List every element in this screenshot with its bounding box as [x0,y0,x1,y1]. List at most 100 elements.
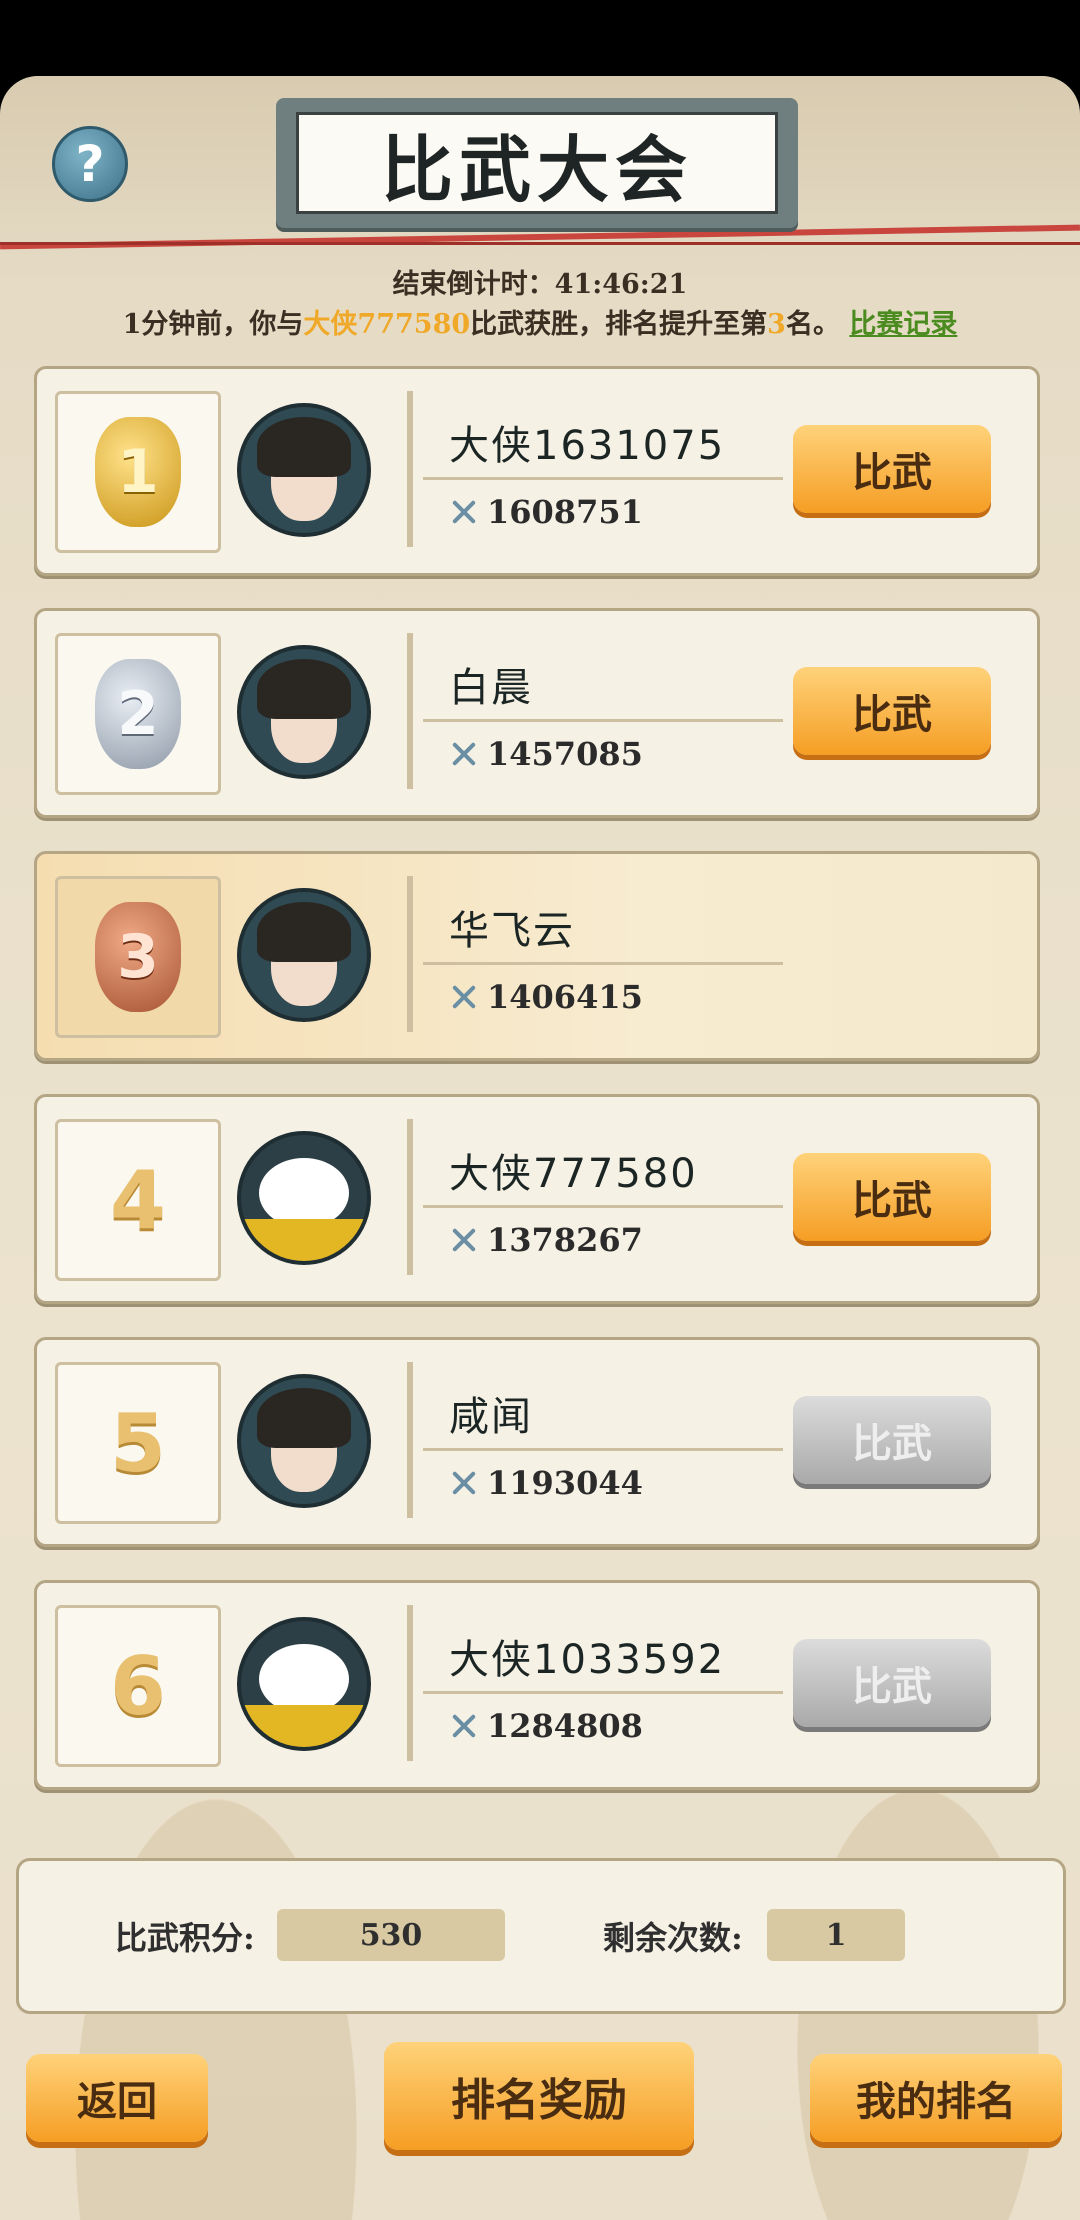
rank-number: 3 [117,922,159,992]
message-mid: 比武获胜，排名提升至第 [470,309,768,340]
ranking-row: 6 大侠1033592 1284808 比武 [34,1580,1040,1790]
avatar[interactable] [237,1617,371,1751]
message-opponent: 大侠777580 [303,309,471,340]
player-info: 咸闻 1193044 [407,1362,813,1518]
ranking-row: 5 咸闻 1193044 比武 [34,1337,1040,1547]
rank-number: 2 [117,679,159,749]
power-value: 1608751 [487,493,643,531]
remaining-label: 剩余次数: [603,1919,743,1957]
ranking-row: 1 大侠1631075 1608751 比武 [34,366,1040,576]
gold-medal-icon: 1 [95,417,181,527]
ranking-row: 3 华飞云 1406415 [34,851,1040,1061]
crossed-swords-icon [449,1468,479,1498]
player-name: 咸闻 [449,1394,533,1440]
power-value: 1284808 [487,1707,643,1745]
crossed-swords-icon [449,982,479,1012]
rank-box: 5 [55,1362,221,1524]
battle-message: 1分钟前，你与大侠777580比武获胜，排名提升至第3名。 比赛记录 [0,302,1080,341]
player-info: 白晨 1457085 [407,633,813,789]
points-label: 比武积分: [115,1919,255,1957]
stats-panel: 比武积分: 530 剩余次数: 1 [16,1858,1066,2014]
red-rope-decoration [0,224,1080,250]
title-plaque: 比武大会 [296,112,778,214]
power-value: 1457085 [487,735,643,773]
ranking-row: 2 白晨 1457085 比武 [34,608,1040,818]
remaining-value: 1 [767,1909,905,1961]
red-rope-shadow [0,242,1080,245]
message-prefix: 1分钟前，你与 [122,309,304,340]
crossed-swords-icon [449,497,479,527]
bronze-medal-icon: 3 [95,902,181,1012]
countdown-label: 结束倒计时： [392,269,555,300]
combat-power: 1378267 [449,1221,643,1259]
crossed-swords-icon [449,1225,479,1255]
challenge-button[interactable]: 比武 [793,667,991,755]
scarf-decoration [241,1219,367,1261]
panda-portrait [259,1158,349,1228]
player-name: 大侠1033592 [449,1637,726,1683]
title-board: 比武大会 [276,98,798,228]
avatar[interactable] [237,888,371,1022]
game-screen: ? 比武大会 结束倒计时：41:46:21 1分钟前，你与大侠777580比武获… [0,0,1080,2220]
swordsman-portrait [257,417,351,521]
longhair-swordsman-portrait [257,902,351,1006]
avatar[interactable] [237,1131,371,1265]
player-name: 大侠1631075 [449,423,726,469]
combat-power: 1406415 [449,978,643,1016]
rank-rewards-button[interactable]: 排名奖励 [384,2042,694,2150]
player-name: 华飞云 [449,908,575,954]
panda-portrait [259,1644,349,1714]
challenge-button[interactable]: 比武 [793,1396,991,1484]
combat-power: 1608751 [449,493,643,531]
countdown-line: 结束倒计时：41:46:21 [0,262,1080,301]
rank-number: 6 [110,1639,166,1733]
divider [423,1205,783,1208]
avatar[interactable] [237,1374,371,1508]
countdown-value: 41:46:21 [554,269,688,300]
warrior-headband-portrait [257,659,351,763]
rank-number: 5 [110,1396,166,1490]
points-value: 530 [277,1909,505,1961]
player-name: 大侠777580 [449,1151,698,1197]
question-icon: ? [75,135,105,193]
rank-box: 3 [55,876,221,1038]
message-rank: 3 [767,309,786,340]
challenge-button[interactable]: 比武 [793,425,991,513]
silver-medal-icon: 2 [95,659,181,769]
my-rank-button[interactable]: 我的排名 [810,2054,1062,2142]
rank-number: 4 [110,1153,166,1247]
player-name: 白晨 [449,665,533,711]
scarf-decoration [241,1705,367,1747]
rank-box: 6 [55,1605,221,1767]
challenge-button[interactable]: 比武 [793,1639,991,1727]
help-button[interactable]: ? [52,126,128,202]
rank-box: 4 [55,1119,221,1281]
combat-power: 1284808 [449,1707,643,1745]
longhair-swordsman-portrait [257,1388,351,1492]
page-title: 比武大会 [380,127,693,212]
rank-box: 1 [55,391,221,553]
crossed-swords-icon [449,739,479,769]
power-value: 1406415 [487,978,643,1016]
power-value: 1378267 [487,1221,643,1259]
divider [423,1691,783,1694]
divider [423,477,783,480]
avatar[interactable] [237,645,371,779]
message-suffix: 名。 [785,309,840,340]
avatar[interactable] [237,403,371,537]
rank-number: 1 [117,437,159,507]
divider [423,719,783,722]
rank-box: 2 [55,633,221,795]
player-info: 大侠1631075 1608751 [407,391,813,547]
ranking-row: 4 大侠777580 1378267 比武 [34,1094,1040,1304]
player-info: 大侠1033592 1284808 [407,1605,813,1761]
match-record-link[interactable]: 比赛记录 [849,309,957,340]
player-info: 大侠777580 1378267 [407,1119,813,1275]
divider [423,1448,783,1451]
player-info: 华飞云 1406415 [407,876,813,1032]
challenge-button[interactable]: 比武 [793,1153,991,1241]
crossed-swords-icon [449,1711,479,1741]
combat-power: 1457085 [449,735,643,773]
back-button[interactable]: 返回 [26,2054,208,2142]
power-value: 1193044 [487,1464,643,1502]
